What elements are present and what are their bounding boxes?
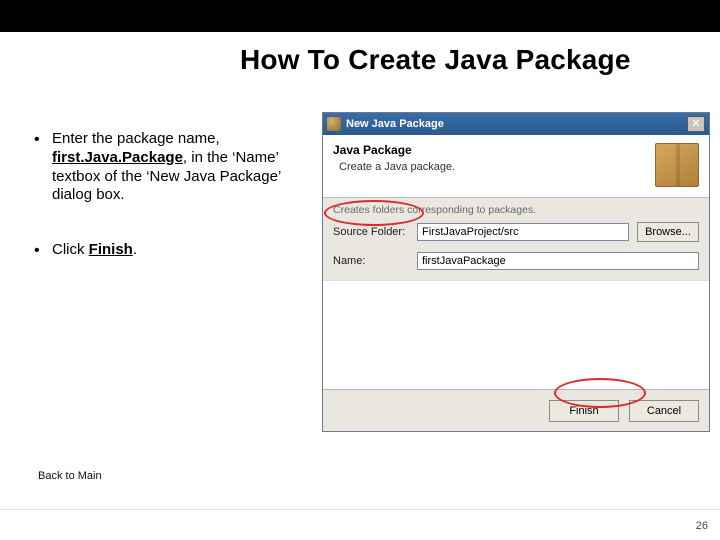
bullet-item: Enter the package name, first.Java.Packa… [30, 130, 310, 205]
bullet-text: Enter the package name, [52, 130, 220, 147]
cancel-button[interactable]: Cancel [629, 400, 699, 422]
titlebar: New Java Package ✕ [323, 113, 709, 135]
dialog-banner: Java Package Create a Java package. [323, 135, 709, 198]
banner-subtitle: Create a Java package. [339, 161, 455, 173]
bullet-text: Click [52, 241, 89, 258]
top-band [0, 0, 720, 32]
name-input[interactable] [417, 252, 699, 270]
button-bar: Finish Cancel [323, 389, 709, 431]
finish-button[interactable]: Finish [549, 400, 619, 422]
back-to-main-link[interactable]: Back to Main [38, 470, 102, 482]
footer-divider [0, 509, 720, 510]
instructions: Enter the package name, first.Java.Packa… [30, 130, 310, 296]
close-button[interactable]: ✕ [687, 116, 705, 132]
dialog-body [323, 280, 709, 389]
new-java-package-dialog: New Java Package ✕ Java Package Create a… [322, 112, 710, 432]
name-row: Name: [333, 252, 699, 270]
dialog-screenshot: New Java Package ✕ Java Package Create a… [322, 112, 710, 432]
source-folder-input[interactable] [417, 223, 629, 241]
browse-button[interactable]: Browse... [637, 222, 699, 242]
bullet-strong: Finish [89, 241, 133, 258]
source-folder-row: Source Folder: Browse... [333, 222, 699, 242]
source-folder-label: Source Folder: [333, 226, 417, 238]
name-label: Name: [333, 255, 417, 267]
page-title: How To Create Java Package [240, 44, 700, 76]
slide: How To Create Java Package Enter the pac… [0, 0, 720, 540]
dialog-form: Source Folder: Browse... Name: [323, 218, 709, 280]
bullet-item: Click Finish. [30, 241, 310, 260]
page-number: 26 [696, 520, 708, 532]
package-icon [327, 117, 341, 131]
titlebar-text: New Java Package [346, 118, 687, 130]
package-large-icon [655, 143, 699, 187]
bullet-strong: first.Java.Package [52, 149, 183, 166]
bullet-text: . [133, 241, 137, 258]
banner-note: Creates folders corresponding to package… [323, 198, 709, 218]
close-icon: ✕ [691, 119, 700, 130]
banner-title: Java Package [333, 143, 455, 157]
